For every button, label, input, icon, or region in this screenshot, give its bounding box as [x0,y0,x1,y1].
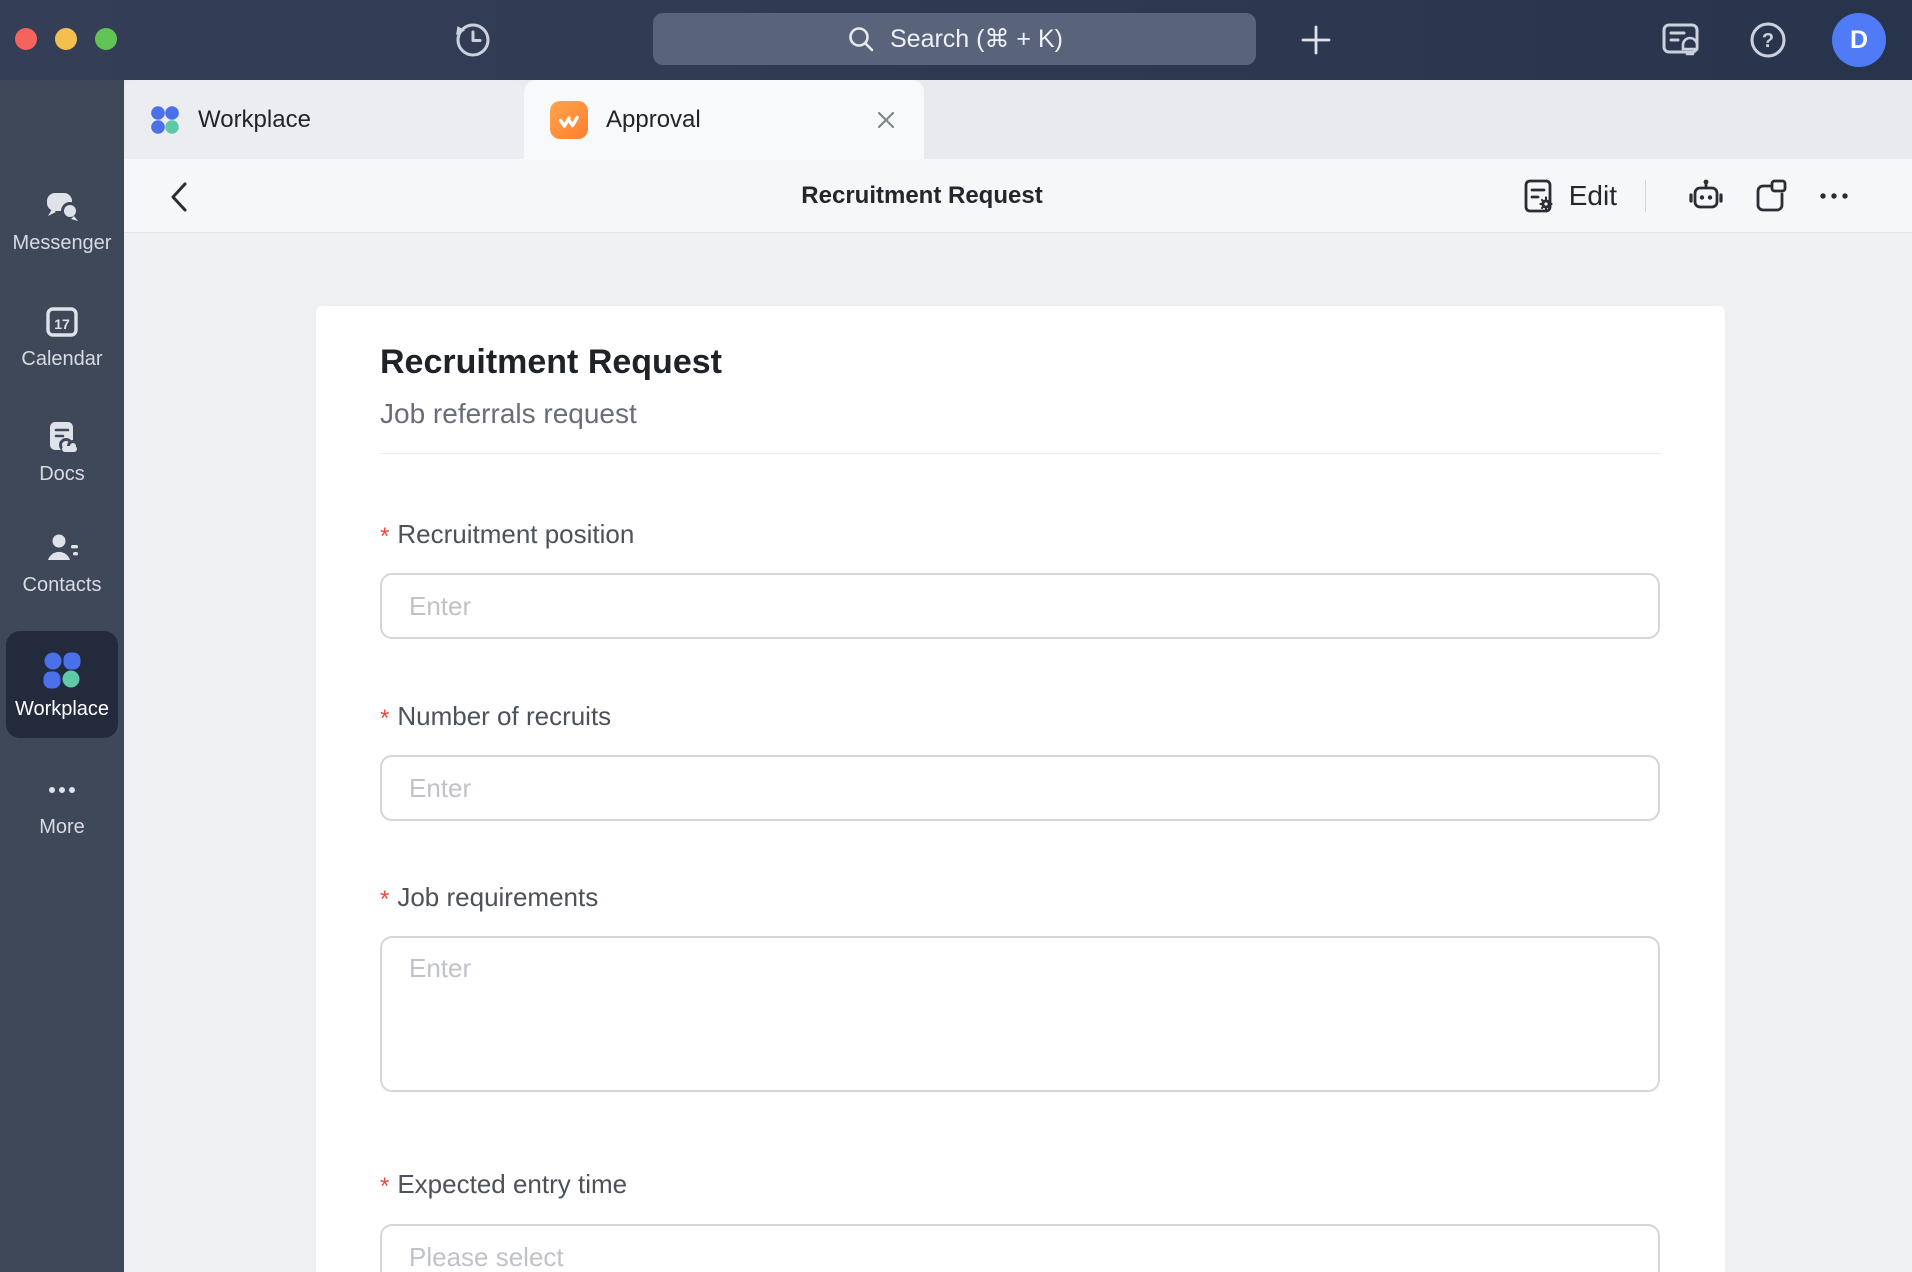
search-placeholder: Search (⌘ + K) [890,24,1063,54]
sidebar: Messenger 17 Calendar Docs [0,80,124,1272]
zoom-window-button[interactable] [95,28,117,50]
required-asterisk: * [380,517,389,554]
contacts-icon [44,530,80,566]
field-label-expected-entry-time: * Expected entry time [380,1167,1661,1204]
sidebar-item-contacts[interactable]: Contacts [0,530,124,597]
form-divider [380,453,1661,454]
form-title: Recruitment Request [380,340,1661,384]
close-tab-icon[interactable] [874,108,898,132]
tab-approval[interactable]: Approval [524,80,924,159]
field-label-number-of-recruits: * Number of recruits [380,699,1661,736]
close-window-button[interactable] [15,28,37,50]
calendar-icon: 17 [44,304,80,340]
svg-text:?: ? [1762,30,1774,52]
recruitment-position-input[interactable] [380,573,1660,639]
messenger-icon [44,188,80,224]
sidebar-item-more[interactable]: More [0,772,124,839]
page-title: Recruitment Request [124,159,1720,232]
tab-workplace[interactable]: Workplace [124,80,524,159]
page-header: Recruitment Request Edit [124,159,1912,233]
workplace-tab-icon [150,105,180,135]
sidebar-item-label: Contacts [23,574,102,597]
required-asterisk: * [380,699,389,736]
edit-button[interactable]: Edit [1521,178,1617,214]
sidebar-item-label: More [39,816,85,839]
svg-text:17: 17 [54,316,70,332]
field-label-job-requirements: * Job requirements [380,880,1661,917]
sidebar-item-calendar[interactable]: 17 Calendar [0,304,124,371]
window-controls[interactable] [15,28,117,50]
sidebar-item-label: Messenger [13,232,112,255]
field-label-text: Expected entry time [397,1167,627,1201]
sidebar-item-label: Workplace [15,698,109,721]
sidebar-item-messenger[interactable]: Messenger [0,188,124,255]
history-icon[interactable] [448,16,496,64]
topbar: Search (⌘ + K) ? [0,0,1912,80]
sidebar-item-docs[interactable]: Docs [0,419,124,486]
app-window: Search (⌘ + K) ? [0,0,1912,1272]
help-icon[interactable]: ? [1746,18,1790,62]
required-asterisk: * [380,880,389,917]
job-requirements-textarea[interactable] [380,936,1660,1092]
sidebar-item-label: Calendar [21,348,102,371]
required-asterisk: * [380,1167,389,1204]
tab-label: Approval [606,106,701,134]
edit-form-icon [1521,178,1557,214]
field-label-text: Number of recruits [397,699,611,733]
edit-button-label: Edit [1569,180,1617,212]
avatar[interactable]: D [1832,13,1886,67]
tab-bar: Workplace Approval [124,80,1912,159]
docs-icon [44,419,80,455]
header-divider [1645,180,1646,212]
search-input[interactable]: Search (⌘ + K) [653,13,1256,65]
search-icon [846,24,876,54]
approval-app-icon [550,101,588,139]
more-icon [44,772,80,808]
form-subtitle: Job referrals request [380,396,1661,432]
new-tab-icon[interactable] [1292,16,1340,64]
more-actions-icon[interactable] [1812,174,1856,218]
field-label-recruitment-position: * Recruitment position [380,517,1661,554]
sidebar-item-workplace-active[interactable]: Workplace [6,631,118,738]
bot-icon[interactable] [1684,174,1728,218]
form-card: Recruitment Request Job referrals reques… [316,306,1725,1272]
number-of-recruits-input[interactable] [380,755,1660,821]
field-label-text: Job requirements [397,880,598,914]
sidebar-item-label: Docs [39,463,85,486]
announcement-icon[interactable] [1660,19,1704,61]
field-label-text: Recruitment position [397,517,634,551]
tab-label: Workplace [198,106,311,134]
open-in-window-icon[interactable] [1748,174,1792,218]
content-area: Recruitment Request Job referrals reques… [124,233,1912,1272]
workplace-icon [43,651,81,689]
avatar-initial: D [1850,26,1868,55]
expected-entry-time-select[interactable] [380,1224,1660,1272]
minimize-window-button[interactable] [55,28,77,50]
